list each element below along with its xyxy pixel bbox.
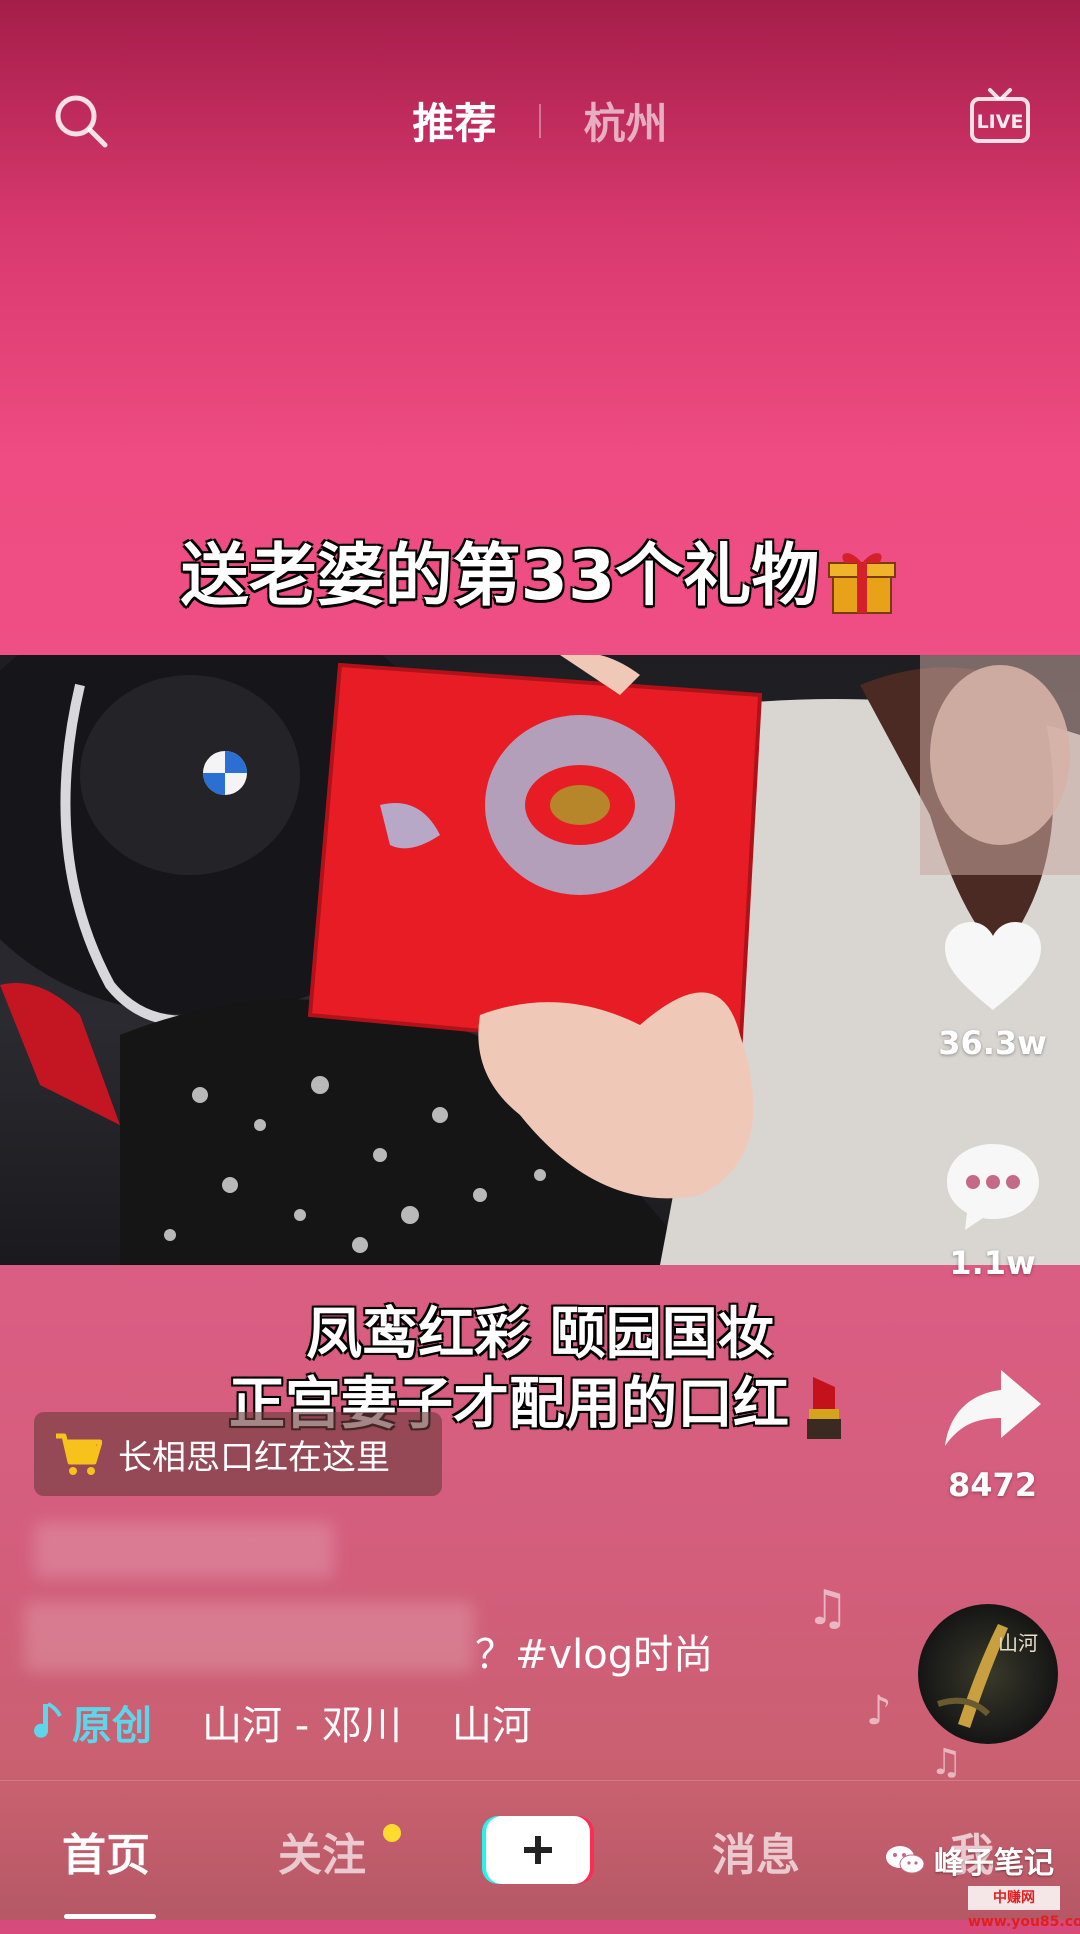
nav-messages[interactable]: 消息 — [712, 1819, 800, 1883]
live-tv-icon[interactable]: LIVE — [968, 84, 1032, 148]
music-original-label: 原创 — [72, 1703, 152, 1749]
floating-note-icon: ♫ — [930, 1742, 963, 1783]
album-cover: 山河 — [937, 1624, 1038, 1728]
tab-recommend[interactable]: 推荐 — [412, 90, 496, 151]
watermark-text: 峰子笔记 — [934, 1846, 1054, 1881]
share-action[interactable]: 8472 — [930, 1360, 1055, 1504]
like-action[interactable]: 36.3w — [930, 918, 1055, 1062]
watermark: 峰子笔记 — [884, 1838, 1054, 1882]
video-frame[interactable] — [0, 655, 1080, 1265]
floating-note-icon: ♫ — [806, 1580, 850, 1636]
floating-note-icon: ♪ — [866, 1688, 892, 1734]
caption-bottom-line1: 凤鸾红彩 颐园国妆 — [306, 1302, 774, 1367]
video-caption-top: 送老婆的第33个礼物 — [0, 520, 1080, 619]
music-row[interactable]: 原创 山河 - 邓川 山河 — [34, 1697, 582, 1749]
follow-notification-dot — [383, 1824, 401, 1842]
album-title: 山河 — [998, 1631, 1038, 1655]
share-count: 8472 — [947, 1466, 1038, 1504]
create-button[interactable] — [480, 1812, 596, 1888]
nav-home[interactable]: 首页 — [62, 1819, 150, 1883]
heart-icon[interactable] — [941, 918, 1045, 1014]
music-title: 山河 - 邓川 — [202, 1703, 402, 1749]
comment-action[interactable]: 1.1w — [930, 1138, 1055, 1282]
music-disc[interactable]: 山河 — [918, 1604, 1058, 1744]
nav-follow[interactable]: 关注 — [278, 1819, 366, 1883]
gift-icon — [828, 553, 897, 615]
comment-count: 1.1w — [949, 1244, 1036, 1282]
video-scene — [0, 655, 1080, 1265]
watermark-badge: 中赚网 www.you85.com — [968, 1886, 1080, 1930]
share-icon[interactable] — [941, 1360, 1045, 1456]
svg-text:LIVE: LIVE — [977, 111, 1024, 133]
lipstick-icon — [807, 1376, 841, 1439]
comment-icon[interactable] — [941, 1138, 1045, 1234]
like-count: 36.3w — [938, 1024, 1047, 1062]
wechat-icon — [886, 1846, 925, 1874]
nav-active-indicator — [64, 1914, 156, 1919]
tab-divider — [539, 103, 541, 138]
description-blurred — [24, 1602, 474, 1672]
product-link-chip[interactable]: 长相思口红在这里 — [34, 1412, 442, 1496]
product-link-label: 长相思口红在这里 — [118, 1437, 390, 1478]
author-name-blurred[interactable] — [34, 1522, 334, 1578]
cart-icon — [56, 1433, 102, 1475]
description-hashtag[interactable]: ？#vlog时尚 — [475, 1622, 713, 1680]
music-title-scroll: 山河 — [451, 1703, 532, 1749]
music-note-icon — [34, 1702, 62, 1738]
top-tabs: 推荐 杭州 — [0, 90, 1080, 151]
caption-top-text: 送老婆的第33个礼物 — [180, 537, 820, 616]
tab-city[interactable]: 杭州 — [584, 90, 668, 151]
